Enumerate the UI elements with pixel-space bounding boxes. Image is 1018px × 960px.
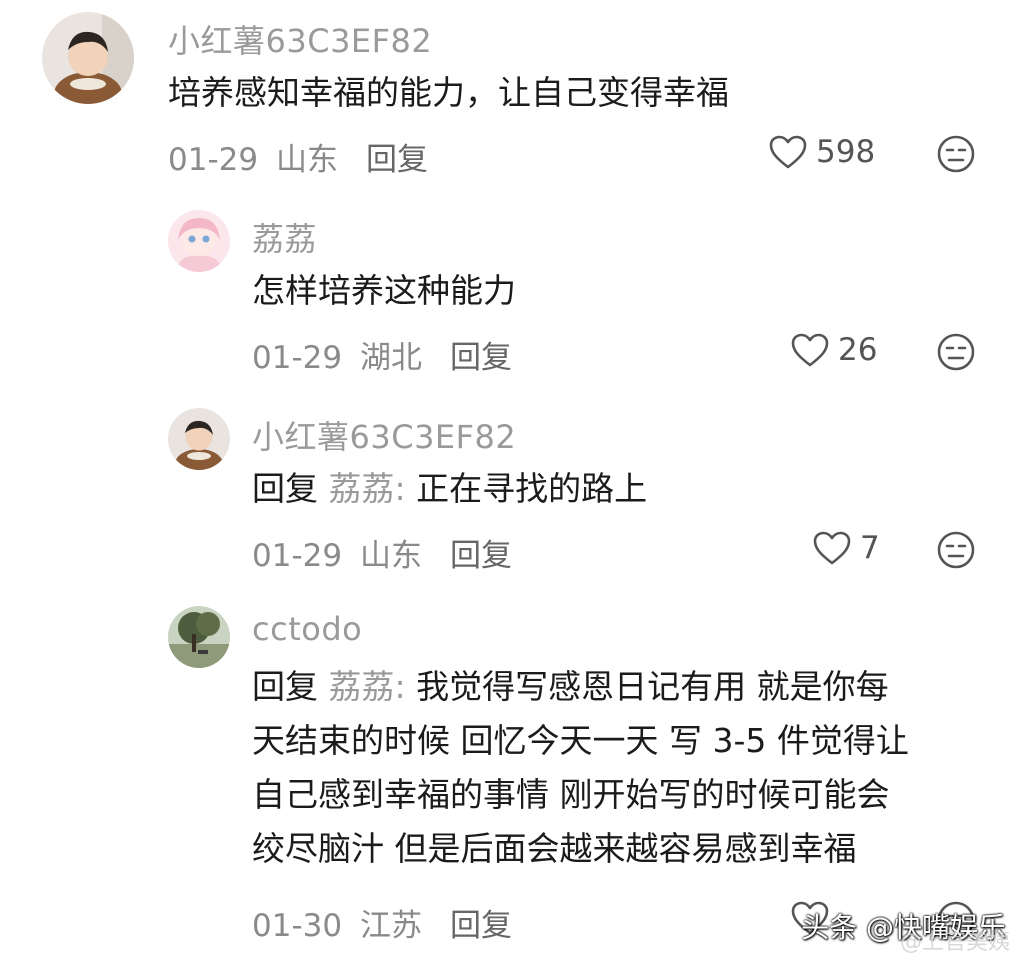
- reply-button[interactable]: 回复: [366, 134, 428, 179]
- comment-line: 绞尽脑汁 但是后面会越来越容易感到幸福: [252, 829, 857, 868]
- comment-line: 回复 荔荔: 我觉得写感恩日记有用 就是你每: [252, 660, 909, 714]
- comment-username[interactable]: 小红薯63C3EF82: [168, 16, 432, 62]
- like-button[interactable]: 598: [768, 134, 875, 170]
- comment-username[interactable]: 荔荔: [252, 214, 317, 260]
- like-count: 26: [838, 332, 878, 368]
- avatar[interactable]: [168, 408, 230, 470]
- comment-text: 怎样培养这种能力: [252, 271, 516, 310]
- mention-link[interactable]: 荔荔:: [329, 469, 406, 508]
- comment-date: 01-29: [252, 538, 343, 574]
- comment-location: 湖北: [359, 340, 422, 376]
- comment-meta: 01-29 湖北: [252, 332, 422, 377]
- like-button[interactable]: 7: [812, 530, 880, 566]
- like-count: 598: [816, 134, 876, 170]
- comment-meta: 01-29 山东: [168, 134, 338, 179]
- heart-outline-icon: [813, 531, 851, 565]
- avatar[interactable]: [42, 12, 134, 104]
- comment-username[interactable]: 小红薯63C3EF82: [252, 412, 516, 458]
- comment-text: 回复 荔荔: 正在寻找的路上: [252, 462, 647, 516]
- avatar[interactable]: [168, 210, 230, 272]
- meh-face-icon[interactable]: [936, 530, 976, 570]
- meh-face-icon[interactable]: [936, 134, 976, 174]
- reply-button[interactable]: 回复: [450, 332, 512, 377]
- comment-meta: 01-29 山东: [252, 530, 422, 575]
- comment-location: 山东: [275, 142, 338, 178]
- comment-location: 江苏: [359, 908, 422, 944]
- reply-text: 正在寻找的路上: [416, 469, 648, 508]
- comment-line: 天结束的时候 回忆今天一天 写 3-5 件觉得让: [252, 721, 909, 760]
- reply-prefix: 回复: [252, 469, 318, 508]
- comment-meta: 01-30 江苏: [252, 900, 422, 945]
- comment-text: 培养感知幸福的能力，让自己变得幸福: [168, 73, 729, 112]
- comment-username[interactable]: cctodo: [252, 610, 362, 648]
- comment-date: 01-30: [252, 908, 343, 944]
- comment-text: 回复 荔荔: 我觉得写感恩日记有用 就是你每 天结束的时候 回忆今天一天 写 3…: [252, 660, 909, 876]
- heart-outline-icon: [769, 135, 807, 169]
- reply-text: 我觉得写感恩日记有用 就是你每: [416, 667, 889, 706]
- like-count: 7: [860, 530, 880, 566]
- reply-button[interactable]: 回复: [450, 900, 512, 945]
- heart-outline-icon: [791, 333, 829, 367]
- comment-date: 01-29: [252, 340, 343, 376]
- reply-button[interactable]: 回复: [450, 530, 512, 575]
- watermark-sub: @上官美姨: [899, 930, 1010, 955]
- meh-face-icon[interactable]: [936, 332, 976, 372]
- comment-date: 01-29: [168, 142, 259, 178]
- like-button[interactable]: 26: [790, 332, 877, 368]
- avatar[interactable]: [168, 606, 230, 668]
- comment-location: 山东: [359, 538, 422, 574]
- comment-line: 自己感到幸福的事情 刚开始写的时候可能会: [252, 775, 890, 814]
- reply-prefix: 回复: [252, 667, 318, 706]
- mention-link[interactable]: 荔荔:: [329, 667, 406, 706]
